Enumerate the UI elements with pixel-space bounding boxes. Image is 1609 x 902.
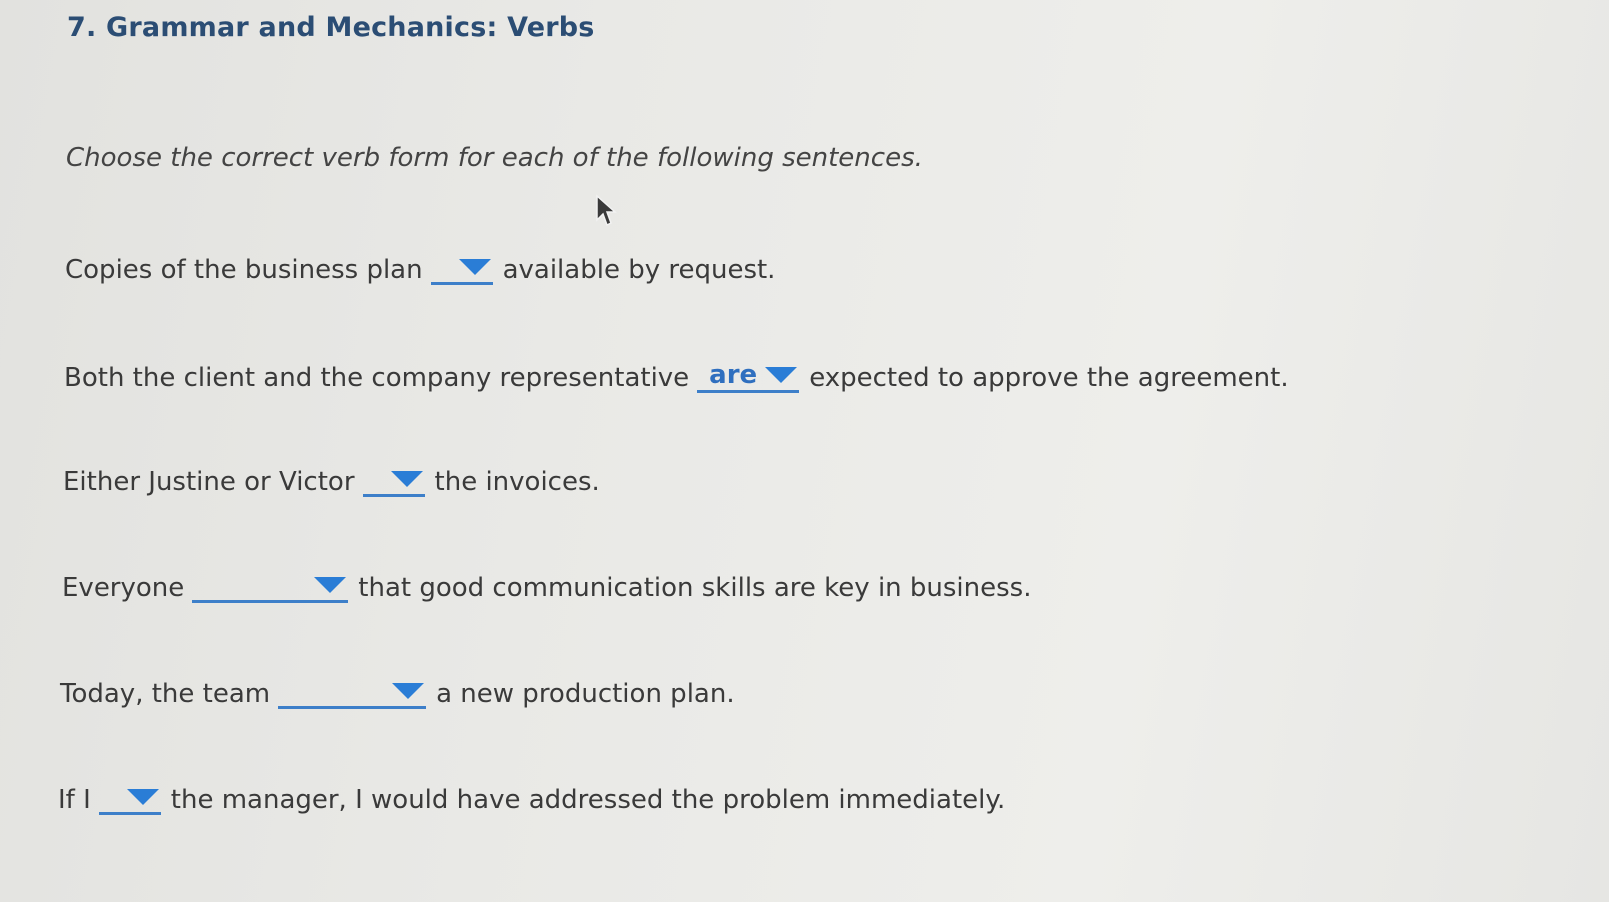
instructions-text: Choose the correct verb form for each of… xyxy=(66,143,923,173)
question-6-after: the manager, I would have addressed the … xyxy=(170,785,1006,815)
question-6-dropdown[interactable] xyxy=(98,782,161,815)
caret-down-icon xyxy=(126,789,159,805)
question-1: Copies of the business plan available by… xyxy=(65,252,775,285)
question-1-before: Copies of the business plan xyxy=(65,255,423,285)
caret-down-icon xyxy=(390,471,423,487)
question-5-before: Today, the team xyxy=(60,679,271,709)
question-2-selected: are xyxy=(709,360,758,390)
question-5-after: a new production plan. xyxy=(436,679,735,709)
question-5-dropdown[interactable] xyxy=(278,676,427,709)
question-4: Everyone that good communication skills … xyxy=(62,570,1032,603)
question-1-dropdown[interactable] xyxy=(430,252,493,285)
mouse-pointer-icon xyxy=(596,194,617,227)
question-2-after: expected to approve the agreement. xyxy=(809,363,1289,393)
question-1-after: available by request. xyxy=(502,255,776,285)
question-2-before: Both the client and the company represen… xyxy=(64,363,690,393)
question-6: If I the manager, I would have addressed… xyxy=(58,782,1005,815)
question-2-dropdown[interactable]: are xyxy=(697,360,800,393)
page-title: 7. Grammar and Mechanics: Verbs xyxy=(67,12,595,43)
caret-down-icon xyxy=(314,577,347,593)
question-3-dropdown[interactable] xyxy=(362,464,425,497)
question-5: Today, the team a new production plan. xyxy=(60,676,735,709)
question-4-before: Everyone xyxy=(62,573,185,603)
caret-down-icon xyxy=(458,259,491,275)
question-2: Both the client and the company represen… xyxy=(64,360,1289,393)
question-4-dropdown[interactable] xyxy=(192,570,349,603)
quiz-page: 7. Grammar and Mechanics: Verbs Choose t… xyxy=(0,0,1609,902)
caret-down-icon xyxy=(765,367,798,383)
question-3-before: Either Justine or Victor xyxy=(63,467,355,497)
question-3-after: the invoices. xyxy=(434,467,600,497)
caret-down-icon xyxy=(392,683,425,699)
question-4-after: that good communication skills are key i… xyxy=(358,573,1032,603)
question-6-before: If I xyxy=(58,785,91,815)
question-3: Either Justine or Victor the invoices. xyxy=(63,464,600,497)
